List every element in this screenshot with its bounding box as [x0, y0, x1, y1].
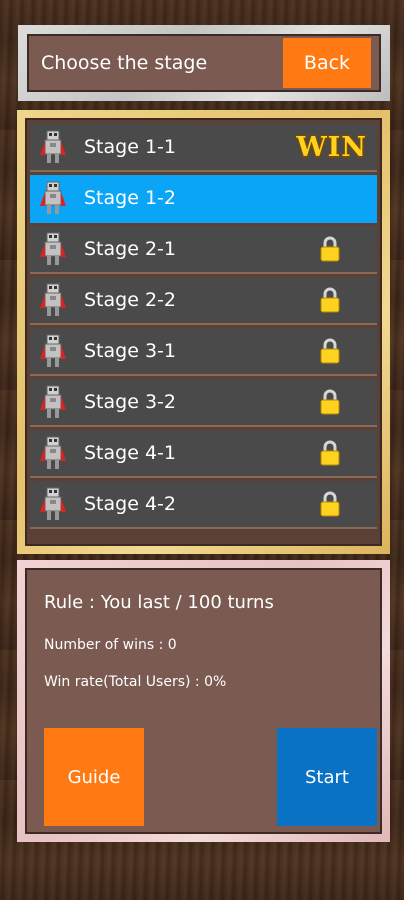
lock-icon — [320, 389, 340, 415]
guide-button[interactable]: Guide — [44, 728, 144, 826]
robot-icon — [40, 181, 66, 214]
info-panel: Rule : You last / 100 turns Number of wi… — [17, 560, 390, 842]
stage-label: Stage 1-1 — [84, 136, 176, 158]
win-badge: WIN — [296, 131, 367, 163]
stage-row-2-2[interactable]: Stage 2-2 — [30, 277, 377, 325]
wins-count: Number of wins : 0 — [44, 637, 177, 653]
start-button[interactable]: Start — [277, 728, 377, 826]
robot-icon — [40, 436, 66, 469]
stage-label: Stage 2-1 — [84, 238, 176, 260]
robot-icon — [40, 487, 66, 520]
lock-icon — [320, 338, 340, 364]
robot-icon — [40, 385, 66, 418]
stage-row-1-1[interactable]: Stage 1-1 WIN — [30, 124, 377, 172]
lock-icon — [320, 287, 340, 313]
stage-label: Stage 4-1 — [84, 442, 176, 464]
stage-row-4-2[interactable]: Stage 4-2 — [30, 481, 377, 529]
stage-row-3-1[interactable]: Stage 3-1 — [30, 328, 377, 376]
stage-label: Stage 3-2 — [84, 391, 176, 413]
win-rate: Win rate(Total Users) : 0% — [44, 674, 227, 690]
robot-icon — [40, 232, 66, 265]
info-box: Rule : You last / 100 turns Number of wi… — [25, 568, 382, 834]
stage-label: Stage 3-1 — [84, 340, 176, 362]
lock-icon — [320, 440, 340, 466]
stage-list-panel: Stage 1-1 WIN Stage 1-2 Stage 2-1 Stage … — [17, 110, 390, 554]
back-button[interactable]: Back — [283, 38, 371, 88]
lock-icon — [320, 491, 340, 517]
stage-label: Stage 4-2 — [84, 493, 176, 515]
stage-label: Stage 2-2 — [84, 289, 176, 311]
stage-row-1-2[interactable]: Stage 1-2 — [30, 175, 377, 223]
robot-icon — [40, 130, 66, 163]
stage-list[interactable]: Stage 1-1 WIN Stage 1-2 Stage 2-1 Stage … — [25, 118, 382, 546]
stage-row-4-1[interactable]: Stage 4-1 — [30, 430, 377, 478]
page-title: Choose the stage — [41, 52, 208, 74]
header-panel: Choose the stage Back — [18, 25, 390, 101]
stage-row-2-1[interactable]: Stage 2-1 — [30, 226, 377, 274]
rule-text: Rule : You last / 100 turns — [44, 592, 274, 613]
header-bar: Choose the stage Back — [27, 34, 381, 92]
stage-row-3-2[interactable]: Stage 3-2 — [30, 379, 377, 427]
stage-label: Stage 1-2 — [84, 187, 176, 209]
robot-icon — [40, 334, 66, 367]
lock-icon — [320, 236, 340, 262]
robot-icon — [40, 283, 66, 316]
